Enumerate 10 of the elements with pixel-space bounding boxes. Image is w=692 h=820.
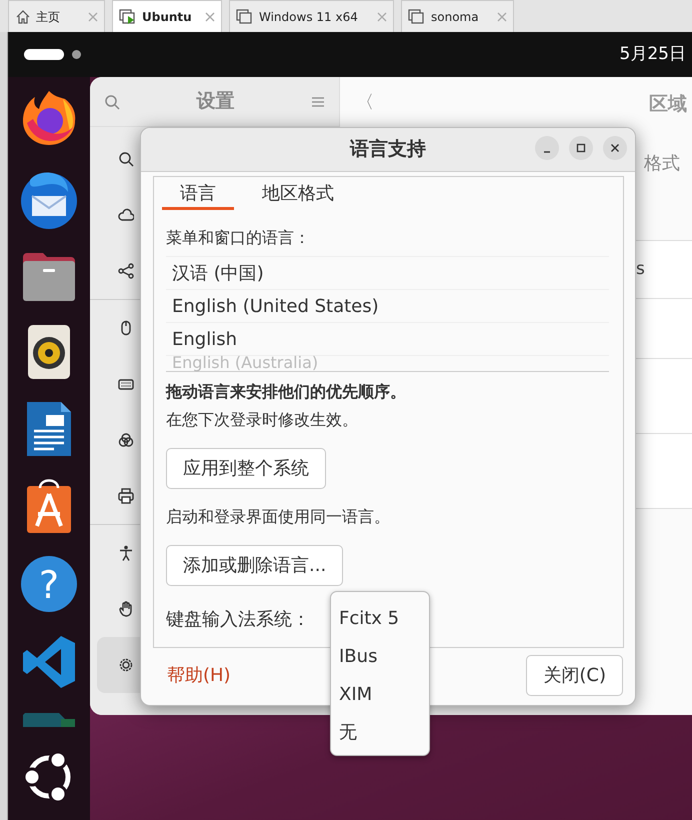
page-title: 区域 bbox=[649, 92, 687, 117]
setting-row-text: s bbox=[636, 258, 645, 281]
section-label: 格式 bbox=[644, 152, 680, 176]
languages-label: 菜单和窗口的语言： bbox=[166, 227, 311, 249]
relogin-hint-text: 在您下次登录时修改生效。 bbox=[166, 409, 359, 431]
dialog-title: 语言支持 bbox=[350, 137, 426, 162]
login-hint-text: 启动和登录界面使用同一语言。 bbox=[166, 506, 391, 528]
drag-hint-text: 拖动语言来安排他们的优先顺序。 bbox=[166, 381, 407, 403]
input-method-label: 键盘输入法系统： bbox=[166, 608, 310, 632]
settings-title: 设置 bbox=[196, 89, 234, 114]
